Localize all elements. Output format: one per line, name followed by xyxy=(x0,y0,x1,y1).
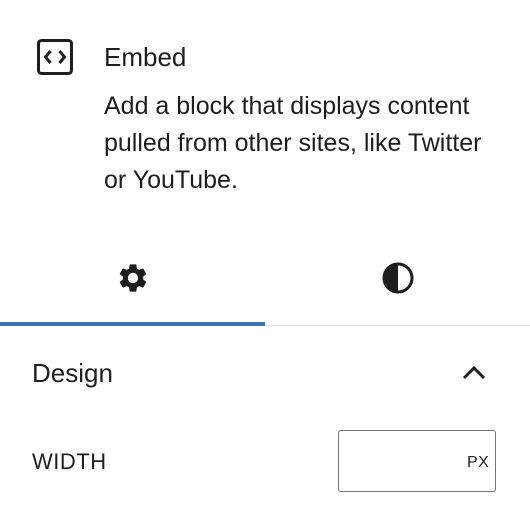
block-card: Embed Add a block that displays content … xyxy=(0,0,530,232)
half-circle-contrast-icon xyxy=(381,261,415,295)
panel-title: Design xyxy=(32,358,113,388)
width-unit: PX xyxy=(467,454,490,471)
block-title: Embed xyxy=(104,42,187,72)
tab-styles[interactable] xyxy=(265,232,530,324)
width-unit-control: PX xyxy=(338,430,496,492)
embed-icon xyxy=(36,37,76,77)
width-input[interactable] xyxy=(341,433,459,489)
chevron-up-icon[interactable] xyxy=(460,360,488,384)
width-label: WIDTH xyxy=(32,449,107,474)
inspector-tabs xyxy=(0,232,530,326)
block-description: Add a block that displays content pulled… xyxy=(104,92,482,194)
gear-icon xyxy=(116,261,150,295)
tab-settings[interactable] xyxy=(0,232,265,326)
block-inspector: Embed Add a block that displays content … xyxy=(0,0,530,520)
